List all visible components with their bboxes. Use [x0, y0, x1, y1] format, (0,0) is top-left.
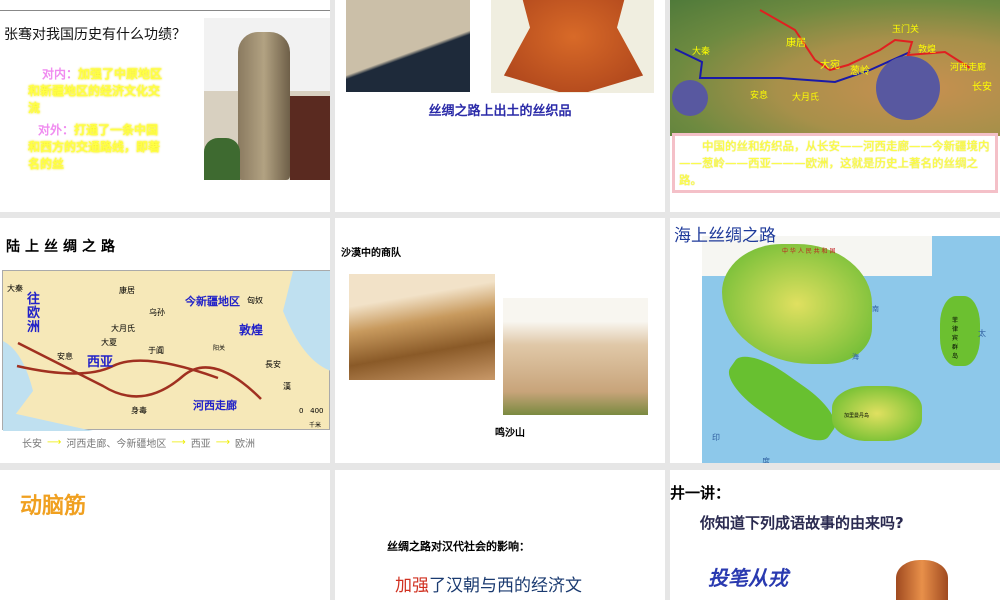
slide-thumbnail-9[interactable]: 井一讲： 你知道下列成语故事的由来吗? 投笔从戎 [670, 470, 1000, 600]
map-label: 大秦 [692, 47, 711, 57]
slide-thumbnail-4[interactable]: 陆上丝绸之路 大秦 往欧洲 康居 今新疆地区 匈奴 乌孙 大月氏 大夏 安息 西… [0, 218, 330, 463]
map-label: 康居 [119, 286, 135, 295]
map-label-hexi: 河西走廊 [193, 399, 237, 412]
map-label: 漢 [283, 382, 291, 391]
slide-thumbnail-7[interactable]: 动脑筋 [0, 470, 330, 600]
map-label: 身毒 [131, 406, 147, 415]
map-label: 大月氏 [792, 93, 820, 103]
slide-thumbnail-2[interactable]: 丝绸之路上出土的丝织品 [335, 0, 665, 212]
silk-road-map-image: 康居 玉门关 大秦 敦煌 大宛 葱岭 大月氏 安息 河西走廊 长安 [670, 0, 1000, 136]
map-label: 安息 [750, 91, 769, 101]
map-label-westasia: 西亚 [87, 355, 114, 370]
map-label: 度 [762, 457, 770, 463]
map-label: 菲律宾群岛 [952, 317, 959, 360]
map-label: 太 [978, 329, 986, 338]
slide-title: 井一讲： [670, 484, 731, 502]
slide-title: 动脑筋 [20, 493, 87, 519]
route-legend: 长安 ⟶ 河西走廊、今新疆地区 ⟶ 西亚 ⟶ 欧洲 [22, 437, 256, 450]
zhang-qian-statue-image [204, 18, 330, 180]
map-label: 葱岭 [850, 66, 870, 77]
map-label: 安息 [57, 352, 73, 361]
slide-thumbnail-8[interactable]: 丝绸之路对汉代社会的影响： 加强了汉朝与西的经济文 [335, 470, 665, 600]
silk-caption: 丝绸之路上出土的丝织品 [428, 104, 572, 119]
question-text: 张骞对我国历史有什么功绩？ [4, 27, 186, 43]
slide-thumbnail-6[interactable]: 中 华 人 民 共 和 国 南 海 太 菲律宾群岛 加里曼丹岛 印 度 洋 海上… [670, 218, 1000, 463]
land-silk-road-map: 大秦 往欧洲 康居 今新疆地区 匈奴 乌孙 大月氏 大夏 安息 西亚 于阗 敦煌… [2, 270, 330, 431]
map-label-dunhuang: 敦煌 [239, 323, 264, 337]
map-scale: 0 400 [299, 407, 324, 415]
silk-fragment-image [346, 0, 470, 92]
slide-title: 陆上丝绸之路 [6, 239, 120, 255]
map-label: 康居 [786, 38, 806, 49]
map-label: 于阗 [148, 346, 164, 355]
map-label: 長安 [265, 360, 281, 369]
map-label: 阳关 [213, 345, 226, 352]
map-label: 中 华 人 民 共 和 国 [782, 248, 836, 255]
map-label: 乌孙 [149, 308, 165, 317]
map-scale-unit: 千米 [309, 422, 322, 429]
caravan-desert-image [349, 274, 495, 380]
map-label: 河西走廊 [950, 63, 987, 73]
title-underline [0, 10, 330, 11]
map-label: 大宛 [820, 60, 840, 71]
impact-text: 加强了汉朝与西的经济文 [395, 576, 582, 596]
slide-title: 沙漠中的商队 [341, 248, 401, 259]
mingsha-caption: 鸣沙山 [495, 428, 525, 439]
ban-chao-statue-image [896, 560, 948, 600]
slide-thumbnail-1[interactable]: 张骞对我国历史有什么功绩？ 对内：加强了中原地区和新疆地区的经济文化交流 对外：… [0, 0, 330, 212]
idiom-text: 投笔从戎 [708, 566, 788, 590]
map-label: 玉门关 [892, 25, 920, 35]
slide-thumbnail-5[interactable]: 沙漠中的商队 鸣沙山 [335, 218, 665, 463]
silk-robe-image [491, 0, 654, 93]
map-label: 大夏 [101, 338, 117, 347]
slide-title: 丝绸之路对汉代社会的影响： [387, 540, 530, 553]
slide-thumbnail-3[interactable]: 康居 玉门关 大秦 敦煌 大宛 葱岭 大月氏 安息 河西走廊 长安 中国的丝和纺… [670, 0, 1000, 212]
maritime-silk-road-map: 中 华 人 民 共 和 国 南 海 太 菲律宾群岛 加里曼丹岛 印 度 洋 [702, 236, 1000, 463]
map-label: 长安 [972, 82, 992, 93]
inner-achievement: 对内：加强了中原地区和新疆地区的经济文化交流 [28, 67, 163, 115]
slide-title: 海上丝绸之路 [674, 226, 776, 246]
map-label: 加里曼丹岛 [844, 413, 870, 419]
map-label: 大秦 [7, 284, 23, 293]
map-label-xinjiang: 今新疆地区 [185, 295, 240, 308]
outer-achievement: 对外：打通了一条中国和西方的交通路线，即著名的丝 [28, 123, 161, 171]
map-label: 洋 [817, 462, 825, 463]
map-label-europe: 往欧洲 [27, 292, 41, 335]
map-label: 敦煌 [918, 45, 937, 55]
map-label: 印 [712, 433, 720, 442]
mingsha-mountain-image [503, 298, 648, 415]
idiom-question: 你知道下列成语故事的由来吗? [700, 514, 904, 532]
map-label: 南 [872, 305, 879, 313]
map-label: 大月氏 [111, 324, 135, 333]
map-label: 海 [852, 353, 859, 361]
map-label: 匈奴 [247, 296, 263, 305]
silk-road-description: 中国的丝和纺织品，从长安——河西走廊——今新疆境内——葱岭——西亚———欧洲，这… [672, 133, 998, 193]
